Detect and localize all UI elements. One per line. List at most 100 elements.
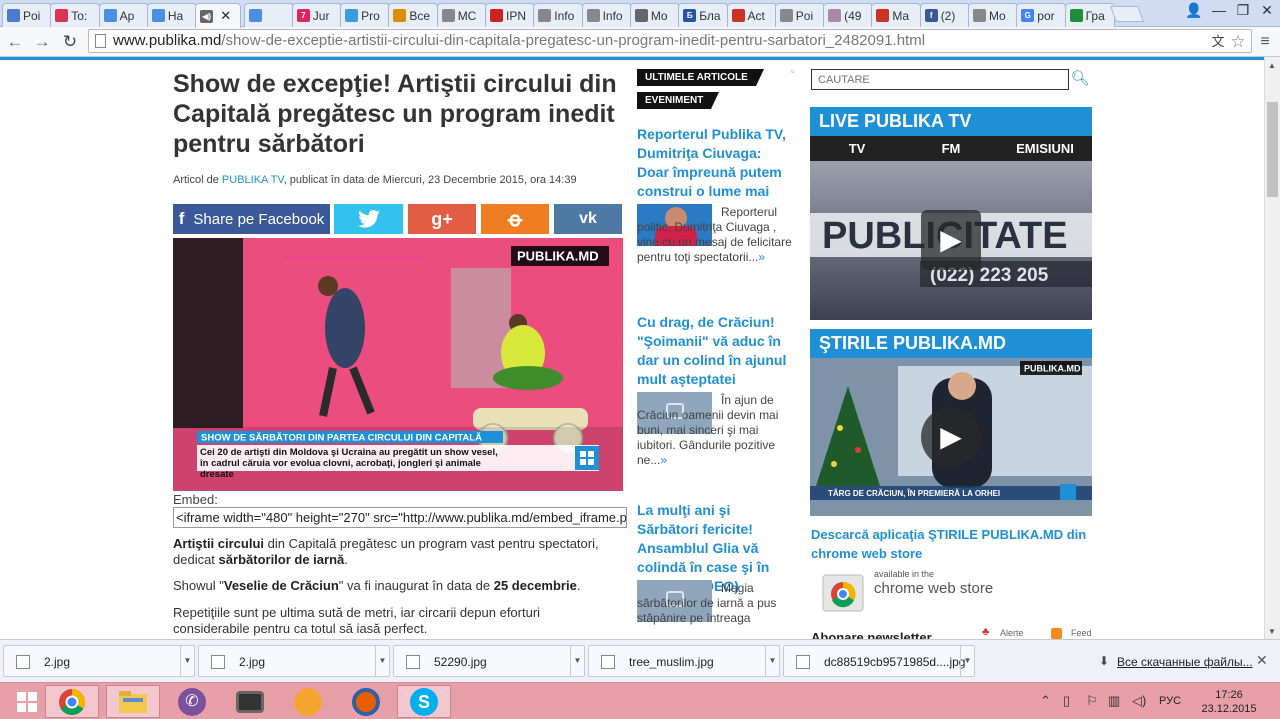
bookmark-star-icon[interactable]: ☆ (1227, 31, 1249, 53)
taskbar-explorer[interactable] (106, 685, 160, 718)
profile-icon[interactable]: 👤 (1183, 2, 1205, 19)
download-item-1[interactable]: 2.jpg ▼ (3, 645, 195, 677)
tag-eveniment[interactable]: EVENIMENT (637, 92, 720, 109)
maximize-button[interactable]: ❐ (1232, 2, 1254, 19)
taskbar-viber[interactable]: ✆ (165, 685, 219, 718)
browser-tab[interactable]: ◀) ✕ (195, 3, 242, 28)
minimize-button[interactable]: — (1208, 2, 1230, 18)
chevron-down-icon[interactable]: ▼ (570, 646, 584, 676)
search-button[interactable]: 🔍︎ (1070, 69, 1090, 90)
tab-favicon-icon (586, 9, 600, 22)
share-odnoklassniki-button[interactable]: ꝋ (481, 204, 549, 234)
show-all-downloads-link[interactable]: Все скачанные файлы... (1117, 655, 1253, 669)
browser-tab[interactable]: Info (581, 3, 632, 27)
browser-tab[interactable]: Гра (1064, 3, 1115, 27)
tray-flag-icon[interactable]: ⚐ (1086, 693, 1098, 709)
browser-tab[interactable]: Act (726, 3, 777, 27)
mid-article-more-2[interactable]: » (660, 453, 667, 467)
chevron-down-icon[interactable]: ▼ (765, 646, 779, 676)
search-input[interactable] (811, 69, 1069, 90)
article-author-link[interactable]: PUBLIKA TV (222, 174, 284, 186)
scroll-thumb[interactable] (1267, 102, 1278, 197)
tab-title: Bce (409, 8, 431, 23)
taskbar-firefox[interactable] (339, 685, 393, 718)
skype-icon: S (410, 687, 438, 716)
chevron-down-icon[interactable]: ▼ (375, 646, 389, 676)
browser-tab[interactable]: Bce (388, 3, 439, 27)
close-tab-icon[interactable]: ✕ (220, 8, 231, 24)
menu-icon[interactable]: ≡ (1254, 31, 1276, 53)
browser-tab[interactable]: IPN (485, 3, 535, 27)
tab-title: Poi (23, 8, 41, 23)
share-twitter-button[interactable] (334, 204, 403, 234)
share-google-plus-button[interactable]: g+ (408, 204, 476, 234)
browser-tab[interactable]: Mo (629, 3, 680, 27)
download-item-4[interactable]: tree_muslim.jpg ▼ (588, 645, 780, 677)
play-icon[interactable]: ▶ (921, 210, 981, 270)
close-window-button[interactable]: ✕ (1256, 2, 1278, 19)
reload-button[interactable]: ↻ (59, 31, 81, 53)
chevron-down-icon[interactable]: ▼ (180, 646, 194, 676)
back-button[interactable]: ← (4, 31, 26, 53)
share-facebook-button[interactable]: f Share pe Facebook (173, 204, 330, 234)
browser-tab[interactable]: Poi (774, 3, 825, 27)
download-item-5[interactable]: dc88519cb9571985d....jpg ▼ (783, 645, 975, 677)
scroll-up-arrow[interactable]: ▲ (1268, 61, 1276, 70)
browser-tab[interactable]: Pro (340, 3, 391, 27)
embed-code-field[interactable]: <iframe width="480" height="270" src="ht… (173, 507, 627, 528)
browser-tab[interactable]: (49 (823, 3, 874, 27)
meta-date: , publicat în data de Miercuri, 23 Decem… (283, 174, 577, 186)
tab-tv[interactable]: TV (810, 136, 904, 161)
browser-tab[interactable]: Ma (871, 3, 922, 27)
chrome-web-store-badge[interactable]: available in the chrome web store (821, 567, 1001, 612)
browser-tab[interactable] (243, 3, 294, 27)
live-tv-player[interactable]: PUBLICITATE (022) 223 205 ▶ (810, 161, 1092, 320)
feed-link[interactable]: Feed (1071, 628, 1092, 638)
tag-latest-articles[interactable]: ULTIMELE ARTICOLE (637, 69, 764, 86)
browser-tab[interactable]: Mo (968, 3, 1018, 27)
browser-tab[interactable]: Info (533, 3, 584, 27)
browser-tab[interactable]: MC (436, 3, 487, 27)
browser-tab[interactable]: Gpor (1016, 3, 1067, 27)
page-scrollbar[interactable]: ▲ ▼ (1264, 57, 1280, 639)
tray-expand-icon[interactable]: ⌃ (1040, 693, 1051, 709)
tab-favicon-icon (1069, 9, 1083, 22)
tray-network-icon[interactable]: ▥ (1108, 693, 1120, 709)
mid-article-title-1[interactable]: Reporterul Publika TV, Dumitriţa Ciuvaga… (637, 125, 792, 201)
taskbar-paint-app[interactable] (281, 685, 335, 718)
download-filename-1: 2.jpg (44, 655, 71, 669)
taskbar-camera-app[interactable] (223, 685, 277, 718)
chrome-store-link[interactable]: Descarcă aplicaţia ŞTIRILE PUBLIKA.MD di… (811, 525, 1091, 563)
tray-volume-icon[interactable]: ◁) (1132, 693, 1146, 709)
browser-tab[interactable]: Ap (98, 3, 149, 27)
taskbar-skype[interactable]: S (397, 685, 451, 718)
forward-button[interactable]: → (31, 31, 53, 53)
browser-tab[interactable]: 7 Jur (291, 3, 342, 27)
browser-tab[interactable]: Poi (2, 3, 52, 27)
download-item-3[interactable]: 52290.jpg ▼ (393, 645, 585, 677)
address-bar[interactable]: www.publika.md/show-de-exceptie-artistii… (88, 29, 1252, 53)
alerts-link[interactable]: Alerte (1000, 628, 1024, 638)
browser-tab[interactable]: To: (50, 3, 101, 27)
mid-article-title-2[interactable]: Cu drag, de Crăciun! "Şoimanii" vă aduc … (637, 313, 792, 389)
browser-tab[interactable]: f (2) (919, 3, 970, 27)
browser-tab[interactable]: Ha (146, 3, 197, 27)
taskbar-clock[interactable]: 17:26 23.12.2015 (1200, 688, 1258, 716)
tab-fm[interactable]: FM (904, 136, 998, 161)
translate-icon[interactable]: ⽂ (1207, 31, 1229, 53)
chevron-down-icon[interactable]: ▼ (960, 646, 974, 676)
share-vk-button[interactable]: vk (554, 204, 622, 234)
tab-emisiuni[interactable]: EMISIUNI (998, 136, 1092, 161)
scroll-down-arrow[interactable]: ▼ (1268, 627, 1276, 636)
taskbar-chrome[interactable] (45, 685, 99, 718)
article-video-player[interactable]: SHOW DE SĂRBĂTORI DIN PARTEA CIRCULUI DI… (173, 238, 623, 491)
tray-device-icon[interactable]: ▯ (1063, 693, 1070, 709)
close-downloads-bar-icon[interactable]: ✕ (1256, 652, 1268, 669)
download-item-2[interactable]: 2.jpg ▼ (198, 645, 390, 677)
play-icon[interactable]: ▶ (921, 407, 981, 467)
new-tab-button[interactable] (1110, 6, 1144, 22)
stirile-video-player[interactable]: TÂRG DE CRĂCIUN, ÎN PREMIERĂ LA ORHEI PU… (810, 358, 1092, 516)
browser-tab[interactable]: Б Бла (678, 3, 729, 27)
mid-article-more-1[interactable]: » (758, 250, 765, 264)
language-indicator[interactable]: РУС (1159, 695, 1181, 707)
